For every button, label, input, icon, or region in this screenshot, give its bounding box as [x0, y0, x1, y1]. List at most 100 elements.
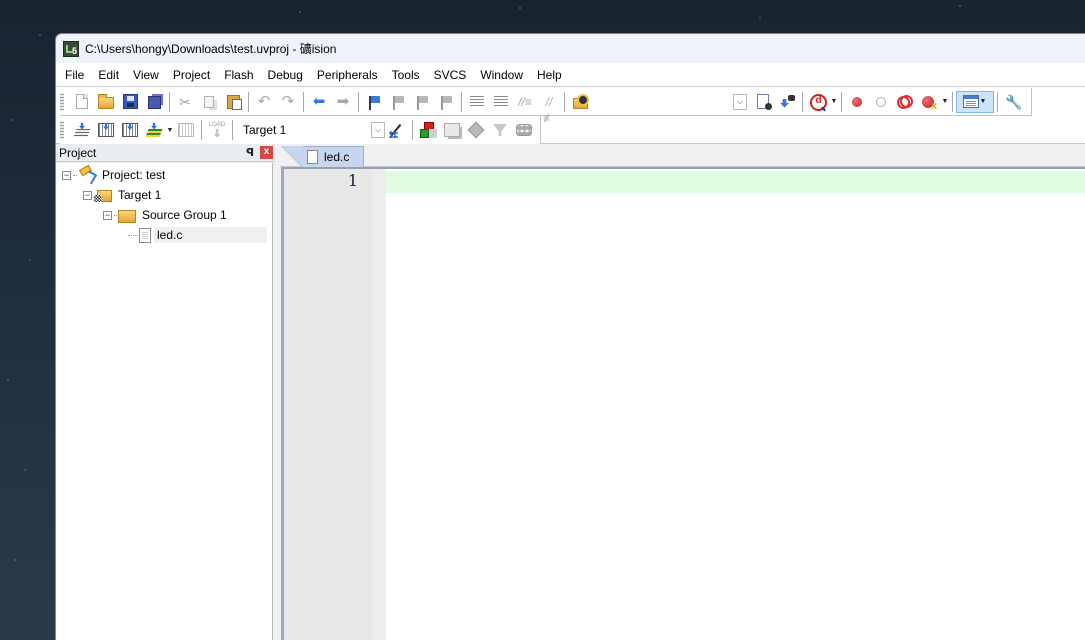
collapse-icon[interactable]: − [103, 210, 112, 220]
file-toolbar: ✂ ↶ ↷ ⬅ ➡ //≡ //≢ ⌵ d ▼ x ▼ ▼ 🔧 [60, 88, 1032, 125]
options-for-target-button[interactable] [385, 119, 409, 141]
toolbar-separator [169, 91, 170, 112]
project-tree: − Project: test − Target 1 − Source Grou… [56, 163, 273, 640]
magic-wand-icon [389, 122, 405, 138]
menu-window[interactable]: Window [473, 63, 530, 87]
current-line[interactable] [386, 171, 1085, 193]
toolbar-separator [564, 91, 565, 112]
project-panel-header: Project ꟼ x [56, 144, 275, 162]
find-in-files-button[interactable] [568, 91, 592, 113]
toolbar-separator [802, 91, 803, 112]
uncomment-button[interactable]: //≢ [537, 91, 561, 125]
collapse-icon[interactable]: − [62, 170, 71, 180]
cut-button[interactable]: ✂ [173, 91, 197, 113]
menu-tools[interactable]: Tools [385, 63, 427, 87]
toolbar-separator [232, 120, 233, 140]
unindent-button[interactable] [489, 91, 513, 113]
new-file-button[interactable] [70, 91, 94, 113]
debug-session-button[interactable] [806, 91, 830, 113]
code-editor[interactable]: 1 [281, 167, 1085, 640]
clear-bookmarks-button[interactable] [434, 91, 458, 113]
incremental-find-button[interactable] [775, 91, 799, 113]
clear-bookmarks-icon [439, 95, 453, 110]
tree-item-source-group[interactable]: − Source Group 1 [56, 205, 272, 225]
disable-all-breakpoints-button[interactable] [893, 91, 917, 113]
undo-button[interactable]: ↶ [252, 91, 276, 113]
toolbar-grip[interactable] [60, 92, 64, 111]
next-bookmark-icon [415, 95, 429, 110]
save-all-button[interactable] [142, 91, 166, 113]
enable-breakpoint-button[interactable] [869, 91, 893, 113]
save-button[interactable] [118, 91, 142, 113]
manage-components-button[interactable] [416, 119, 440, 141]
close-icon[interactable]: x [260, 146, 273, 159]
kill-all-breakpoints-button[interactable] [917, 91, 941, 113]
tree-item-project[interactable]: − Project: test [56, 165, 272, 185]
find-in-files-icon [572, 94, 589, 109]
funnel-icon [493, 124, 507, 136]
manage-rte-button[interactable] [464, 119, 488, 141]
next-bookmark-button[interactable] [410, 91, 434, 113]
redo-icon: ↷ [281, 92, 295, 110]
pin-icon[interactable]: ꟼ [246, 146, 254, 159]
find-button[interactable] [751, 91, 775, 113]
stop-build-button[interactable] [174, 119, 198, 141]
batch-build-button[interactable] [142, 119, 166, 141]
tree-label: Target 1 [118, 188, 162, 202]
toolbar-grip[interactable] [60, 121, 64, 139]
prev-bookmark-button[interactable] [386, 91, 410, 113]
breakpoint-margin[interactable] [372, 169, 386, 640]
menu-project[interactable]: Project [166, 63, 217, 87]
tree-item-file[interactable]: led.c [56, 225, 272, 245]
manage-components-icon [420, 122, 436, 138]
menu-flash[interactable]: Flash [217, 63, 260, 87]
menu-help[interactable]: Help [530, 63, 569, 87]
menu-debug[interactable]: Debug [261, 63, 310, 87]
tree-connector [128, 234, 138, 236]
redo-button[interactable]: ↷ [276, 91, 300, 113]
menu-view[interactable]: View [126, 63, 166, 87]
rebuild-button[interactable] [118, 119, 142, 141]
editor-tabstrip: led.c [280, 144, 1085, 168]
diamond-icon [467, 121, 485, 139]
open-file-button[interactable] [94, 91, 118, 113]
toolbar-area: ✂ ↶ ↷ ⬅ ➡ //≡ //≢ ⌵ d ▼ x ▼ ▼ 🔧 ▼ LOAD ⇓… [56, 87, 1085, 144]
build-button[interactable] [94, 119, 118, 141]
menu-bar: File Edit View Project Flash Debug Perip… [56, 63, 1085, 87]
debug-dropdown-arrow[interactable]: ▼ [830, 98, 838, 105]
pack-installer-button[interactable] [488, 119, 512, 141]
insert-breakpoint-button[interactable] [845, 91, 869, 113]
find-combo-dropdown[interactable]: ⌵ [733, 93, 747, 110]
batch-build-dropdown-arrow[interactable]: ▼ [166, 127, 174, 134]
menu-edit[interactable]: Edit [91, 63, 126, 87]
batch-build-icon [146, 123, 162, 138]
collapse-icon[interactable]: − [83, 190, 92, 200]
paste-button[interactable] [221, 91, 245, 113]
diamonds-icon [516, 124, 532, 136]
window-select-button[interactable]: ▼ [956, 90, 994, 113]
insert-bookmark-button[interactable] [362, 91, 386, 113]
tab-led-c[interactable]: led.c [281, 146, 364, 168]
navigate-back-button[interactable]: ⬅ [307, 91, 331, 113]
menu-peripherals[interactable]: Peripherals [310, 63, 385, 87]
target-folder-icon [94, 188, 112, 202]
line-number: 1 [347, 171, 358, 190]
menu-file[interactable]: File [58, 63, 91, 87]
configure-button[interactable]: 🔧 [1001, 91, 1025, 113]
select-packs-button[interactable] [440, 119, 464, 141]
menu-svcs[interactable]: SVCS [427, 63, 474, 87]
select-software-packs-button[interactable] [512, 119, 536, 141]
translate-button[interactable] [70, 119, 94, 141]
tree-item-target[interactable]: − Target 1 [56, 185, 272, 205]
indent-icon [470, 95, 484, 108]
new-document-icon [76, 94, 88, 109]
copy-button[interactable] [197, 91, 221, 113]
comment-button[interactable]: //≡ [513, 91, 537, 113]
indent-button[interactable] [465, 91, 489, 113]
navigate-forward-button[interactable]: ➡ [331, 91, 355, 113]
file-icon [307, 150, 318, 164]
chevron-down-icon[interactable]: ⌵ [371, 122, 385, 138]
breakpoints-dropdown-arrow[interactable]: ▼ [941, 98, 949, 105]
download-button[interactable]: LOAD ⇓ [205, 119, 229, 141]
target-select[interactable]: Target 1 ⌵ [238, 120, 385, 140]
